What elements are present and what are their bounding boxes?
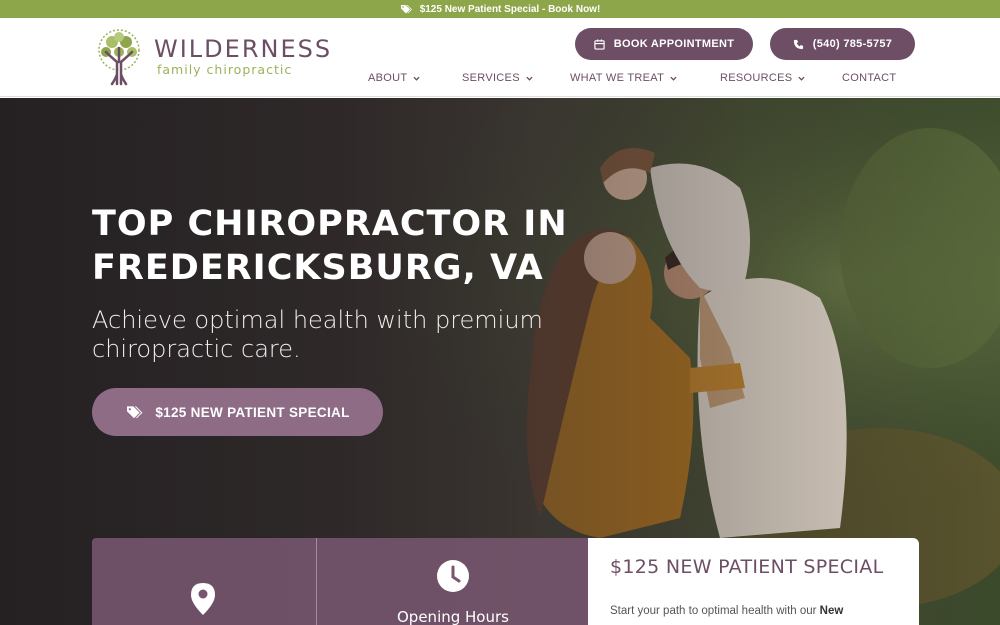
- new-patient-special-button[interactable]: $125 NEW PATIENT SPECIAL: [92, 388, 383, 436]
- nav-services[interactable]: SERVICES: [462, 70, 533, 86]
- hero-section: TOP CHIROPRACTOR IN FREDERICKSBURG, VA A…: [0, 98, 1000, 625]
- nav-contact[interactable]: CONTACT: [842, 70, 896, 86]
- chevron-down-icon: [526, 76, 533, 81]
- phone-icon: [793, 39, 803, 49]
- promo-bar[interactable]: $125 New Patient Special - Book Now!: [0, 0, 1000, 18]
- nav-about-label: ABOUT: [368, 72, 408, 84]
- book-appointment-label: BOOK APPOINTMENT: [613, 38, 735, 50]
- phone-button[interactable]: (540) 785-5757: [770, 28, 915, 60]
- new-patient-special-card: $125 NEW PATIENT SPECIAL Start your path…: [588, 538, 919, 625]
- tag-icon: [400, 5, 412, 14]
- special-card-text: Start your path to optimal health with o…: [610, 605, 843, 617]
- clock-icon: [437, 560, 469, 592]
- hero-subtitle: Achieve optimal health with premium chir…: [92, 306, 543, 363]
- tree-icon: [98, 29, 140, 86]
- promo-text: $125 New Patient Special - Book Now!: [419, 3, 601, 15]
- logo-name: WILDERNESS: [154, 35, 333, 63]
- opening-hours-card[interactable]: Opening Hours: [316, 538, 588, 625]
- nav-services-label: SERVICES: [462, 72, 520, 84]
- logo-tagline: family chiropractic: [157, 62, 293, 77]
- phone-label: (540) 785-5757: [812, 38, 893, 50]
- special-card-text-start: Start your path to optimal health with o…: [610, 605, 820, 617]
- new-patient-special-label: $125 NEW PATIENT SPECIAL: [155, 404, 350, 420]
- tag-icon: [127, 406, 143, 419]
- chevron-down-icon: [413, 76, 421, 81]
- chevron-down-icon: [670, 76, 677, 81]
- opening-hours-label: Opening Hours: [397, 608, 509, 625]
- location-card[interactable]: [92, 538, 316, 625]
- location-pin-icon: [191, 583, 215, 615]
- nav-about[interactable]: ABOUT: [368, 70, 421, 86]
- hero-title: TOP CHIROPRACTOR IN FREDERICKSBURG, VA: [92, 204, 568, 288]
- logo[interactable]: WILDERNESS family chiropractic: [92, 28, 332, 86]
- book-appointment-button[interactable]: BOOK APPOINTMENT: [575, 28, 753, 60]
- calendar-icon: [594, 38, 605, 50]
- nav-resources[interactable]: RESOURCES: [720, 70, 806, 86]
- site-header: WILDERNESS family chiropractic BOOK APPO…: [0, 18, 1000, 97]
- nav-resources-label: RESOURCES: [720, 72, 793, 84]
- special-card-text-bold: New: [819, 605, 844, 617]
- chevron-down-icon: [798, 76, 806, 81]
- nav-what-we-treat-label: WHAT WE TREAT: [570, 72, 665, 84]
- nav-what-we-treat[interactable]: WHAT WE TREAT: [570, 70, 677, 86]
- nav-contact-label: CONTACT: [842, 72, 897, 84]
- special-card-title: $125 NEW PATIENT SPECIAL: [610, 556, 884, 578]
